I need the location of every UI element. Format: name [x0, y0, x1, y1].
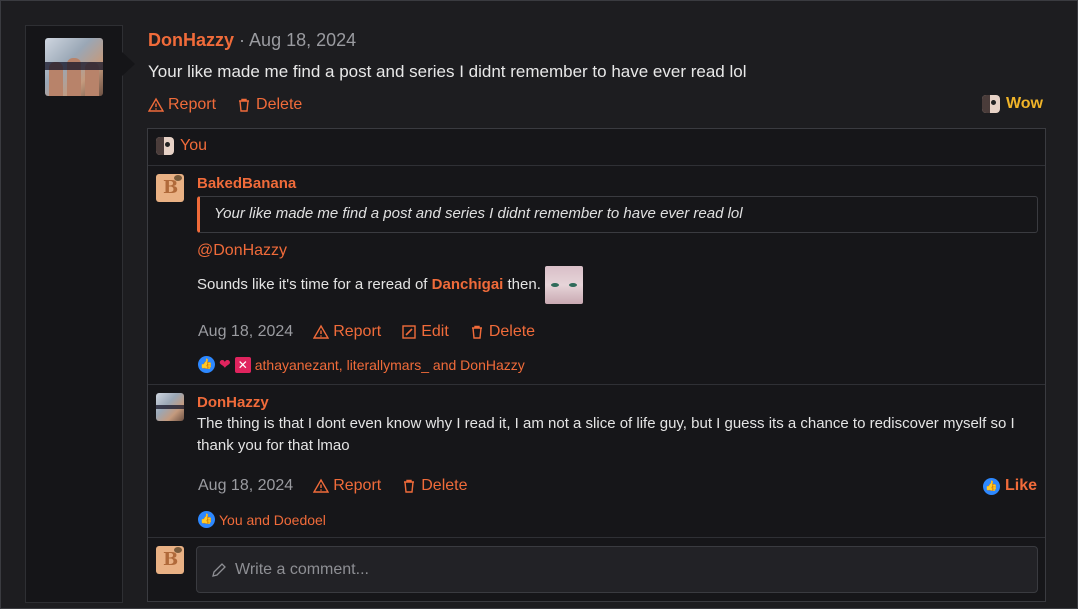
comment-text-before: Sounds like it's time for a reread of — [197, 276, 432, 293]
warning-icon — [313, 324, 330, 339]
comment: B BakedBanana Your like made me find a p… — [148, 166, 1045, 385]
edit-icon — [402, 325, 416, 339]
reactions-summary[interactable]: 👍 ❤ ✕ athayanezant, literallymars_ and D… — [198, 356, 525, 373]
post-author[interactable]: DonHazzy — [148, 30, 234, 50]
quote-block: Your like made me find a post and series… — [197, 196, 1038, 233]
comment-meta: Aug 18, 2024 Report Edit Delete — [198, 323, 535, 341]
delete-button[interactable]: Delete — [401, 477, 467, 495]
series-link[interactable]: Danchigai — [432, 274, 504, 296]
post-date[interactable]: Aug 18, 2024 — [249, 30, 356, 50]
like-label: Like — [1004, 477, 1037, 494]
reactions-text: athayanezant, literallymars_ and DonHazz… — [254, 356, 525, 373]
edit-button[interactable]: Edit — [401, 323, 449, 341]
report-button[interactable]: Report — [313, 477, 381, 495]
comment-text: The thing is that I dont even know why I… — [197, 415, 1015, 454]
delete-button[interactable]: Delete — [236, 96, 302, 114]
comment-input-placeholder: Write a comment... — [235, 560, 369, 578]
trash-icon — [471, 325, 482, 339]
heart-reaction-icon: ❤ — [219, 356, 231, 372]
trash-icon — [404, 479, 415, 493]
wow-face-icon — [981, 95, 1000, 113]
delete-label: Delete — [421, 477, 468, 494]
reactions-text: You and Doedoel — [219, 511, 326, 528]
edit-label: Edit — [421, 323, 449, 340]
like-reaction-icon: 👍 — [198, 356, 215, 373]
warning-icon — [313, 478, 330, 493]
comment-date[interactable]: Aug 18, 2024 — [198, 477, 293, 495]
you-reacted[interactable]: You — [156, 137, 207, 155]
comment-date[interactable]: Aug 18, 2024 — [198, 323, 293, 341]
avatar[interactable]: B — [156, 174, 184, 202]
cross-reaction-icon: ✕ — [234, 356, 251, 373]
warning-icon — [148, 97, 164, 112]
post-pointer — [122, 52, 135, 76]
like-reaction-icon: 👍 — [198, 511, 215, 528]
reactions-summary[interactable]: 👍 You and Doedoel — [198, 511, 326, 528]
post-author-column — [25, 25, 135, 603]
delete-label: Delete — [256, 96, 303, 113]
post-card: DonHazzy · Aug 18, 2024 Your like made m… — [0, 0, 1078, 609]
like-button[interactable]: 👍 Like — [982, 477, 1037, 495]
comment: DonHazzy The thing is that I dont even k… — [148, 385, 1045, 538]
separator: · — [239, 30, 246, 50]
report-label: Report — [333, 323, 382, 340]
mention-link[interactable]: @DonHazzy — [197, 242, 287, 260]
post-header: DonHazzy · Aug 18, 2024 — [148, 29, 356, 51]
comment-meta: Aug 18, 2024 Report Delete — [198, 477, 467, 495]
reaction-summary: You — [148, 129, 1045, 166]
report-label: Report — [168, 96, 217, 113]
wow-face-icon — [156, 137, 174, 155]
post-body: Your like made me find a post and series… — [148, 62, 747, 81]
comment-thread: You B BakedBanana Your like made me find… — [147, 128, 1046, 602]
post-actions: Report Delete — [148, 96, 302, 114]
report-button[interactable]: Report — [148, 96, 216, 114]
sticker-image — [544, 266, 583, 304]
delete-label: Delete — [488, 323, 536, 340]
reaction-label: Wow — [1005, 95, 1043, 112]
report-button[interactable]: Report — [313, 323, 381, 341]
avatar[interactable] — [45, 38, 103, 96]
comment-composer: B Write a comment... — [148, 538, 1045, 603]
trash-icon — [239, 98, 250, 112]
like-icon: 👍 — [982, 477, 1000, 495]
comment-input[interactable]: Write a comment... — [196, 546, 1038, 593]
report-label: Report — [333, 477, 382, 494]
you-label: You — [180, 137, 207, 154]
avatar[interactable] — [156, 393, 184, 421]
comment-text-after: then. — [503, 276, 541, 293]
avatar: B — [156, 546, 184, 574]
reaction-button[interactable]: Wow — [981, 95, 1043, 113]
comment-text: Sounds like it's time for a reread of Da… — [197, 266, 583, 304]
comment-author[interactable]: DonHazzy — [197, 394, 269, 411]
pencil-icon — [212, 562, 226, 577]
delete-button[interactable]: Delete — [469, 323, 535, 341]
comment-author[interactable]: BakedBanana — [197, 175, 296, 192]
